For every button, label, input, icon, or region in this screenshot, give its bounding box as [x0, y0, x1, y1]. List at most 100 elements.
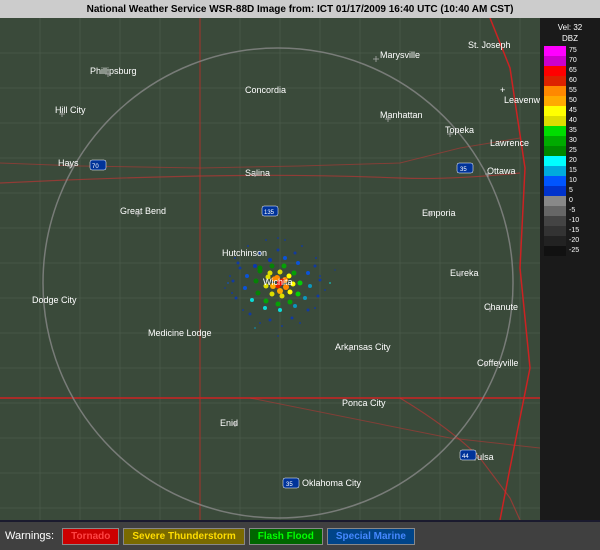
- legend-row: 0: [544, 196, 596, 206]
- svg-text:Dodge City: Dodge City: [32, 295, 77, 305]
- legend-color-swatch: [544, 246, 566, 256]
- svg-text:Coffeyville: Coffeyville: [477, 358, 518, 368]
- legend-row: 5: [544, 186, 596, 196]
- legend-value: 5: [569, 186, 573, 196]
- legend-row: -15: [544, 226, 596, 236]
- legend-rows: 757065605550454035302520151050-5-10-15-2…: [544, 46, 596, 256]
- header-text: National Weather Service WSR-88D Image f…: [87, 4, 514, 15]
- tornado-warning-badge[interactable]: Tornado: [62, 528, 119, 545]
- legend-row: 60: [544, 76, 596, 86]
- legend-color-swatch: [544, 176, 566, 186]
- special-marine-warning-badge[interactable]: Special Marine: [327, 528, 415, 545]
- svg-text:Arkansas City: Arkansas City: [335, 342, 391, 352]
- legend-color-swatch: [544, 126, 566, 136]
- legend-value: 50: [569, 96, 577, 106]
- svg-text:St. Joseph: St. Joseph: [468, 40, 511, 50]
- svg-text:Concordia: Concordia: [245, 85, 286, 95]
- legend-color-swatch: [544, 56, 566, 66]
- legend-color-swatch: [544, 146, 566, 156]
- svg-text:35: 35: [460, 167, 467, 173]
- legend-row: 40: [544, 116, 596, 126]
- map-svg: Marysville St. Joseph Phillipsburg Conco…: [0, 18, 540, 520]
- legend-color-swatch: [544, 86, 566, 96]
- svg-text:Eureka: Eureka: [450, 268, 479, 278]
- legend-row: -20: [544, 236, 596, 246]
- svg-text:Great Bend: Great Bend: [120, 206, 166, 216]
- legend-value: 55: [569, 86, 577, 96]
- legend-value: 10: [569, 176, 577, 186]
- svg-text:+: +: [500, 85, 505, 95]
- svg-text:70: 70: [92, 164, 99, 170]
- legend-color-swatch: [544, 66, 566, 76]
- legend-row: 25: [544, 146, 596, 156]
- legend-value: 25: [569, 146, 577, 156]
- svg-text:Manhattan: Manhattan: [380, 110, 423, 120]
- legend-value: 20: [569, 156, 577, 166]
- legend-color-swatch: [544, 106, 566, 116]
- legend-color-swatch: [544, 116, 566, 126]
- legend-color-swatch: [544, 186, 566, 196]
- legend-value: -5: [569, 206, 575, 216]
- legend: Vel: 32 DBZ 7570656055504540353025201510…: [540, 18, 600, 520]
- svg-text:Oklahoma City: Oklahoma City: [302, 478, 362, 488]
- svg-text:44: 44: [462, 454, 469, 460]
- header-bar: National Weather Service WSR-88D Image f…: [0, 0, 600, 18]
- legend-color-swatch: [544, 196, 566, 206]
- flash-flood-warning-badge[interactable]: Flash Flood: [249, 528, 323, 545]
- legend-row: -10: [544, 216, 596, 226]
- svg-text:Marysville: Marysville: [380, 50, 420, 60]
- svg-text:Ottawa: Ottawa: [487, 166, 516, 176]
- svg-text:Hill City: Hill City: [55, 105, 86, 115]
- legend-color-swatch: [544, 206, 566, 216]
- svg-text:Salina: Salina: [245, 168, 270, 178]
- legend-value: 15: [569, 166, 577, 176]
- legend-value: 45: [569, 106, 577, 116]
- legend-color-swatch: [544, 216, 566, 226]
- svg-text:35: 35: [286, 482, 293, 488]
- legend-row: 65: [544, 66, 596, 76]
- legend-value: -25: [569, 246, 579, 256]
- legend-color-swatch: [544, 156, 566, 166]
- legend-row: 20: [544, 156, 596, 166]
- legend-value: 60: [569, 76, 577, 86]
- svg-text:Emporia: Emporia: [422, 208, 456, 218]
- legend-row: 45: [544, 106, 596, 116]
- legend-value: 65: [569, 66, 577, 76]
- legend-row: 75: [544, 46, 596, 56]
- warnings-label: Warnings:: [5, 530, 54, 542]
- legend-value: 35: [569, 126, 577, 136]
- legend-row: 70: [544, 56, 596, 66]
- legend-row: 10: [544, 176, 596, 186]
- dbz-label: DBZ: [562, 34, 578, 43]
- legend-value: 70: [569, 56, 577, 66]
- legend-color-swatch: [544, 166, 566, 176]
- svg-text:Chanute: Chanute: [484, 302, 518, 312]
- legend-color-swatch: [544, 46, 566, 56]
- legend-color-swatch: [544, 136, 566, 146]
- svg-text:Hutchinson: Hutchinson: [222, 248, 267, 258]
- svg-text:Ponca City: Ponca City: [342, 398, 386, 408]
- legend-value: 0: [569, 196, 573, 206]
- legend-value: 30: [569, 136, 577, 146]
- legend-value: -20: [569, 236, 579, 246]
- thunderstorm-warning-badge[interactable]: Severe Thunderstorm: [123, 528, 244, 545]
- svg-text:135: 135: [264, 210, 275, 216]
- svg-text:Lawrence: Lawrence: [490, 138, 529, 148]
- legend-color-swatch: [544, 226, 566, 236]
- legend-row: 55: [544, 86, 596, 96]
- legend-row: 15: [544, 166, 596, 176]
- svg-text:Leavenworth: Leavenworth: [504, 95, 540, 105]
- legend-row: 35: [544, 126, 596, 136]
- map-area: Marysville St. Joseph Phillipsburg Conco…: [0, 18, 540, 520]
- svg-text:Wichita: Wichita: [263, 277, 293, 287]
- legend-row: -25: [544, 246, 596, 256]
- svg-text:Medicine Lodge: Medicine Lodge: [148, 328, 212, 338]
- svg-text:Phillipsburg: Phillipsburg: [90, 66, 137, 76]
- legend-title: Vel: 32: [558, 23, 582, 32]
- radar-container: National Weather Service WSR-88D Image f…: [0, 0, 600, 550]
- legend-color-swatch: [544, 96, 566, 106]
- legend-row: -5: [544, 206, 596, 216]
- legend-row: 30: [544, 136, 596, 146]
- legend-value: 40: [569, 116, 577, 126]
- legend-value: -10: [569, 216, 579, 226]
